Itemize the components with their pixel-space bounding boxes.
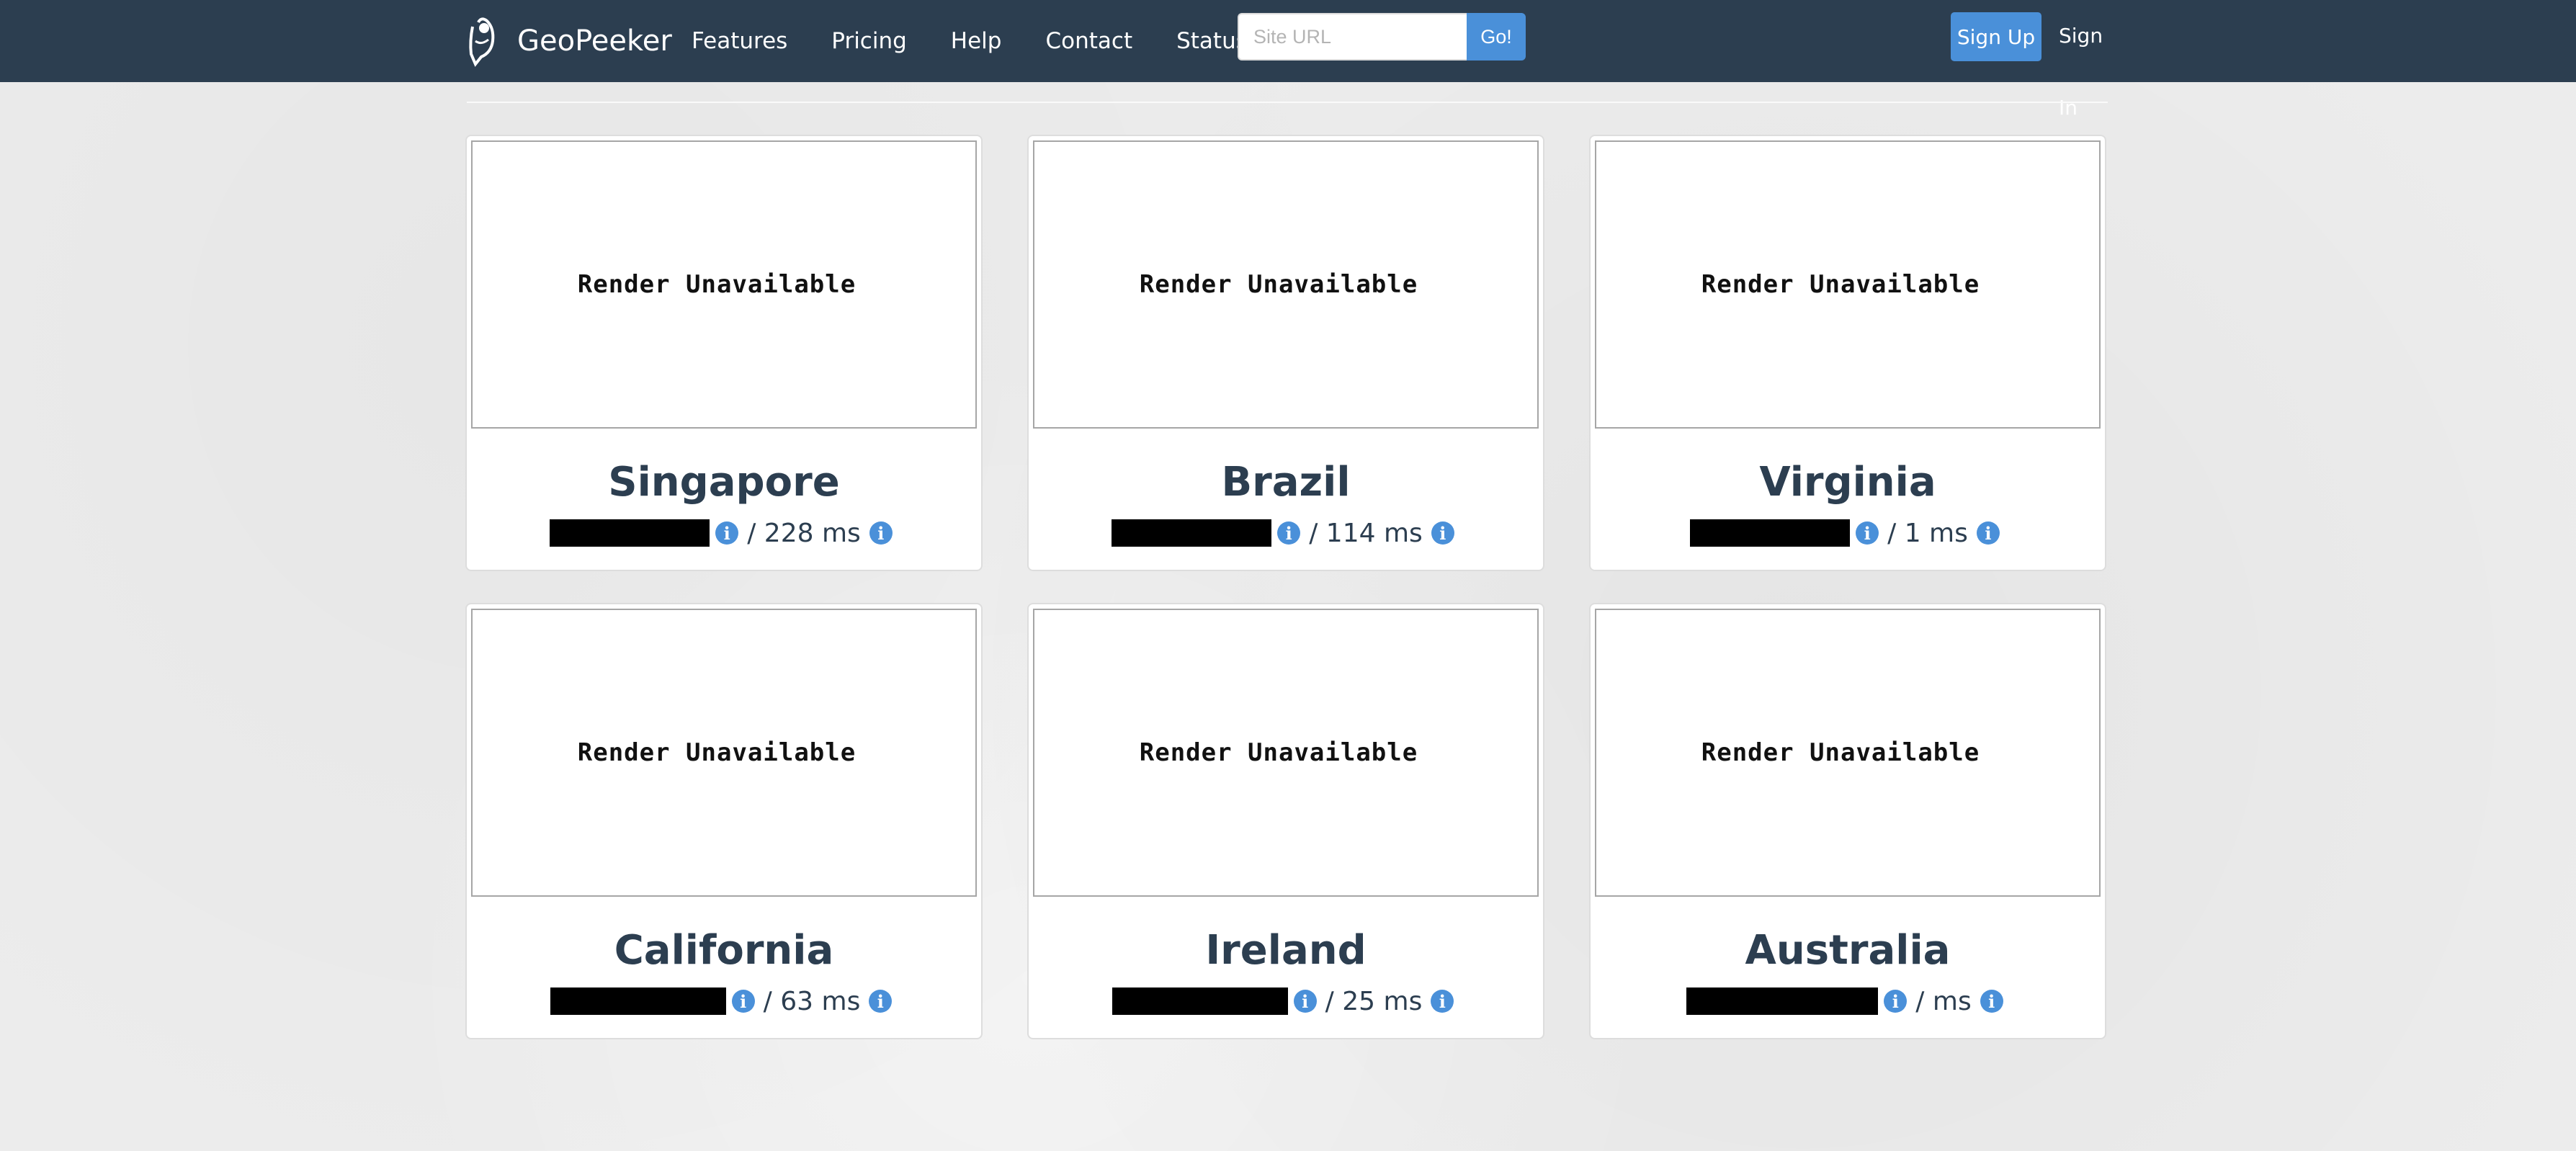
location-name: Australia (1745, 927, 1951, 974)
info-icon[interactable]: i (1976, 521, 2000, 545)
location-name: Virginia (1759, 459, 1936, 506)
redacted-ip (550, 519, 710, 547)
content-divider (467, 102, 2108, 103)
location-stats: i / 63 ms i (467, 983, 981, 1019)
location-card-california: Render Unavailable California i / 63 ms … (465, 603, 983, 1039)
location-name: California (614, 927, 834, 974)
location-card-virginia: Render Unavailable Virginia i / 1 ms i (1589, 135, 2106, 571)
location-card-australia: Render Unavailable Australia i / ms i (1589, 603, 2106, 1039)
render-preview: Render Unavailable (471, 140, 977, 429)
render-unavailable-text: Render Unavailable (1701, 738, 1980, 767)
location-stats: i / 228 ms i (467, 515, 981, 551)
nav-links: Features Pricing Help Contact Status (692, 0, 1292, 82)
info-icon[interactable]: i (1431, 521, 1454, 545)
redacted-ip (550, 987, 726, 1015)
nav-link-contact[interactable]: Contact (1045, 28, 1132, 54)
nav-link-help[interactable]: Help (951, 28, 1002, 54)
brand-name: GeoPeeker (517, 24, 672, 58)
redacted-ip (1112, 987, 1288, 1015)
location-card-ireland: Render Unavailable Ireland i / 25 ms i (1027, 603, 1544, 1039)
navbar: GeoPeeker Features Pricing Help Contact … (0, 0, 2576, 120)
render-unavailable-text: Render Unavailable (1139, 738, 1418, 767)
go-button[interactable]: Go! (1467, 13, 1526, 61)
geopeeker-logo-icon (469, 17, 495, 67)
render-unavailable-text: Render Unavailable (1139, 270, 1418, 299)
render-preview: Render Unavailable (471, 609, 977, 897)
render-preview: Render Unavailable (1595, 140, 2101, 429)
response-time: / 228 ms (747, 518, 861, 548)
info-icon[interactable]: i (1856, 521, 1879, 545)
redacted-ip (1686, 987, 1879, 1015)
response-time: / 114 ms (1309, 518, 1423, 548)
brand[interactable]: GeoPeeker (460, 0, 672, 82)
response-time: / 1 ms (1887, 518, 1968, 548)
render-preview: Render Unavailable (1595, 609, 2101, 897)
render-unavailable-text: Render Unavailable (577, 270, 857, 299)
info-icon[interactable]: i (869, 521, 893, 545)
response-time: / 25 ms (1325, 986, 1423, 1016)
nav-link-features[interactable]: Features (692, 28, 787, 54)
render-unavailable-text: Render Unavailable (577, 738, 857, 767)
location-stats: i / 114 ms i (1029, 515, 1543, 551)
render-preview: Render Unavailable (1033, 609, 1539, 897)
response-time: / ms (1915, 986, 1972, 1016)
sign-in-link[interactable]: Sign In (2059, 0, 2116, 120)
info-icon[interactable]: i (1293, 990, 1317, 1013)
info-icon[interactable]: i (731, 990, 755, 1013)
location-stats: i / 25 ms i (1029, 983, 1543, 1019)
sign-up-button[interactable]: Sign Up (1951, 12, 2041, 61)
location-card-brazil: Render Unavailable Brazil i / 114 ms i (1027, 135, 1544, 571)
site-url-input[interactable] (1238, 13, 1467, 61)
info-icon[interactable]: i (1277, 521, 1301, 545)
info-icon[interactable]: i (1431, 990, 1454, 1013)
location-name: Singapore (608, 459, 840, 506)
info-icon[interactable]: i (1980, 990, 2003, 1013)
redacted-ip (1690, 519, 1851, 547)
render-preview: Render Unavailable (1033, 140, 1539, 429)
location-stats: i / 1 ms i (1591, 515, 2105, 551)
info-icon[interactable]: i (869, 990, 893, 1013)
location-name: Brazil (1221, 459, 1351, 506)
location-card-singapore: Render Unavailable Singapore i / 228 ms … (465, 135, 983, 571)
response-time: / 63 ms (763, 986, 861, 1016)
info-icon[interactable]: i (715, 521, 739, 545)
site-search: Go! (1238, 13, 1526, 61)
location-stats: i / ms i (1591, 983, 2105, 1019)
navbar-inner: GeoPeeker Features Pricing Help Contact … (460, 0, 2116, 120)
render-unavailable-text: Render Unavailable (1701, 270, 1980, 299)
nav-link-pricing[interactable]: Pricing (831, 28, 907, 54)
location-name: Ireland (1205, 927, 1367, 974)
redacted-ip (1112, 519, 1272, 547)
info-icon[interactable]: i (1884, 990, 1908, 1013)
